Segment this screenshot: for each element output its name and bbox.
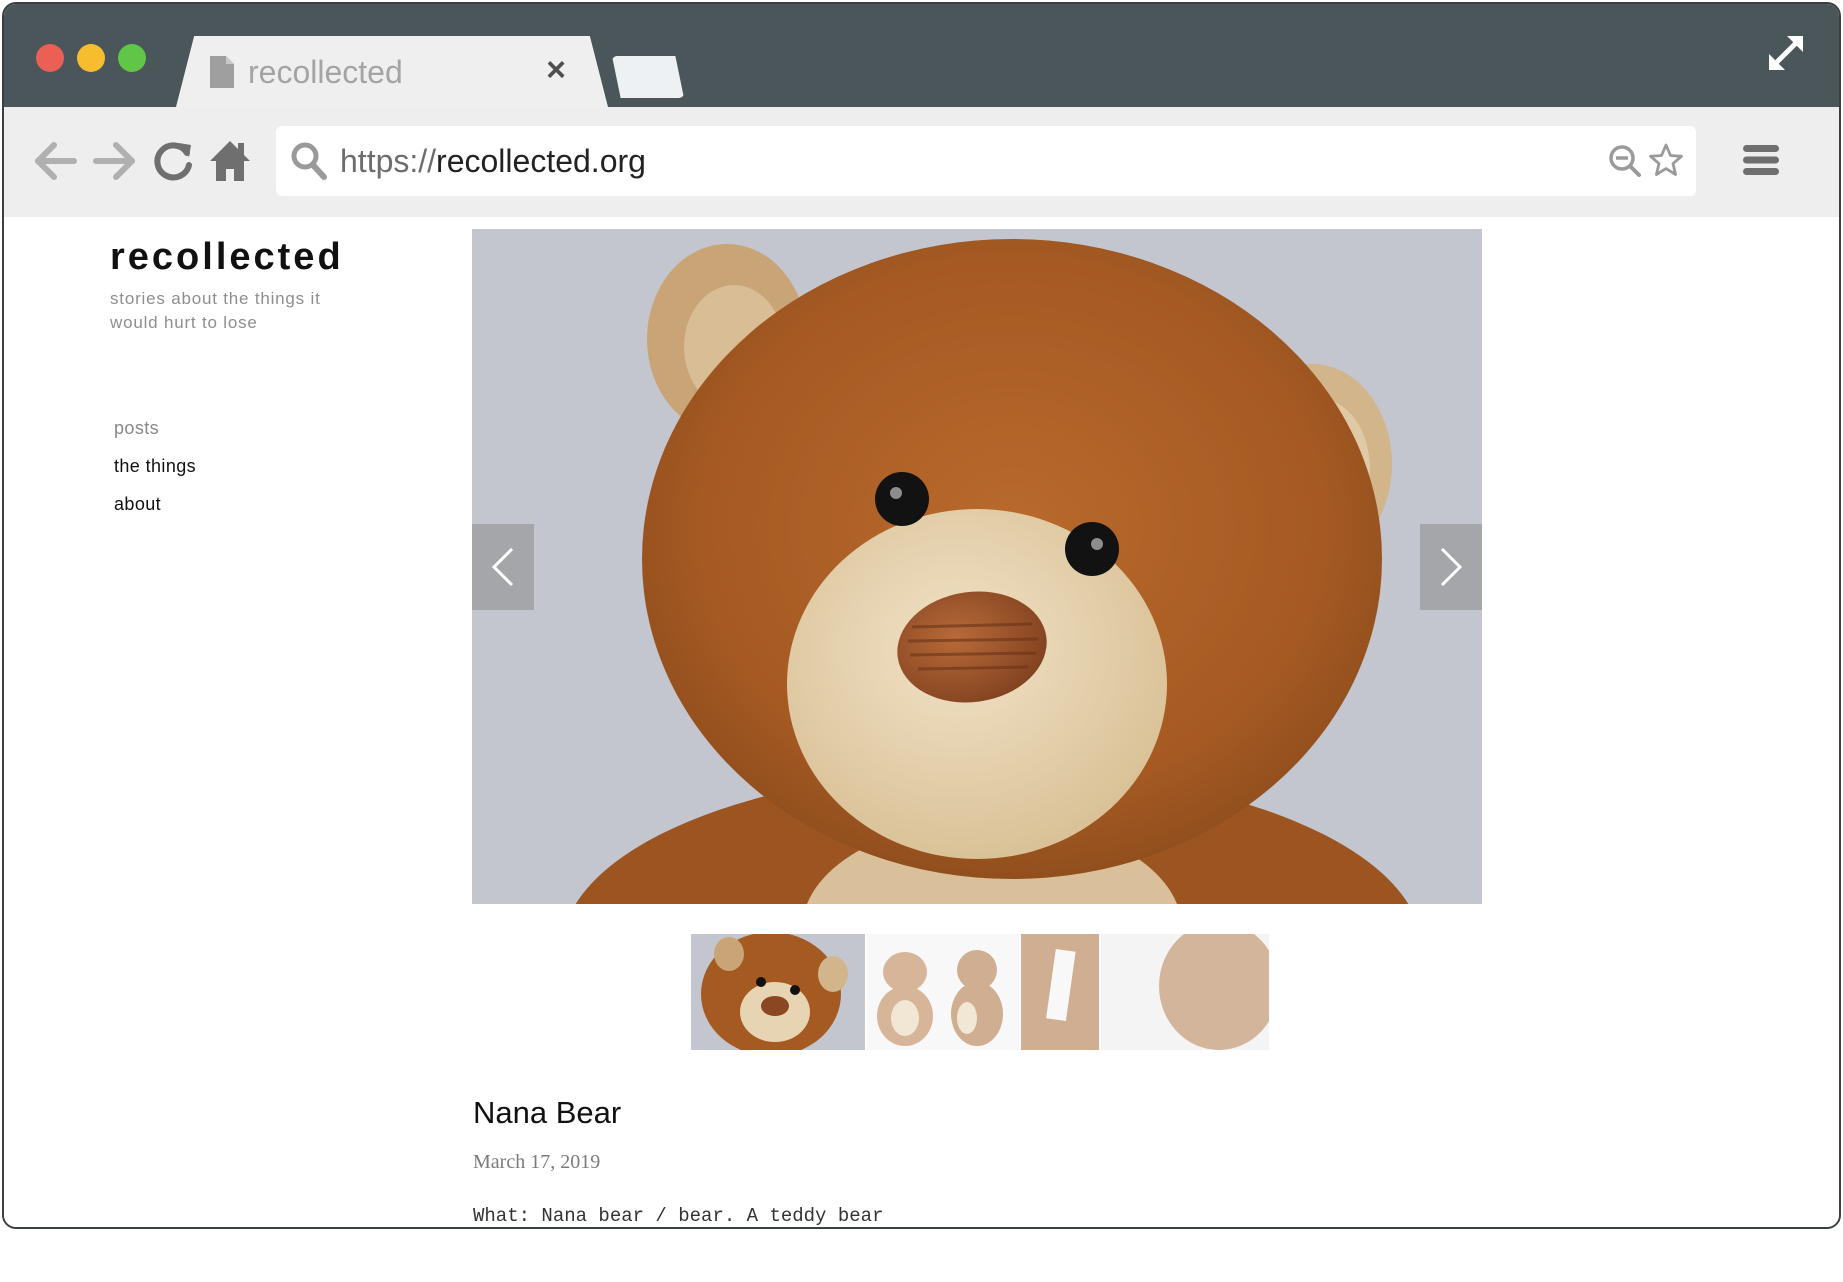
thumbnail-1[interactable] (691, 934, 865, 1050)
thumbnail-bear-face-image (691, 934, 865, 1050)
thumbnail-tag-image (1021, 934, 1099, 1050)
back-arrow-icon[interactable] (32, 137, 80, 185)
gallery-thumbnails (691, 934, 1269, 1050)
post-body-text: What: Nana bear / bear. A teddy bear (473, 1205, 884, 1227)
zoom-out-icon[interactable] (1608, 144, 1642, 178)
url-scheme: https:// (340, 143, 437, 179)
close-window-button[interactable] (36, 44, 64, 72)
address-bar[interactable]: https://recollected.org (276, 126, 1696, 196)
nav-link-posts[interactable]: posts (114, 409, 196, 447)
document-icon (210, 56, 234, 88)
search-icon (291, 142, 327, 180)
thumbnail-4[interactable] (1101, 934, 1269, 1050)
site-title[interactable]: recollected (110, 235, 344, 279)
browser-toolbar: https://recollected.org (4, 107, 1839, 217)
url-host: recollected.org (436, 143, 646, 179)
nav-link-the-things[interactable]: the things (114, 447, 196, 485)
minimize-window-button[interactable] (77, 44, 105, 72)
new-tab-button[interactable] (612, 56, 684, 98)
browser-window: recollected × https://recollected.org re… (2, 2, 1841, 1229)
forward-arrow-icon[interactable] (90, 137, 138, 185)
browser-tab-active[interactable]: recollected × (176, 36, 608, 107)
browser-titlebar: recollected × (4, 4, 1839, 107)
thumbnail-bear-back-image (1101, 934, 1269, 1050)
gallery-next-button[interactable] (1420, 524, 1482, 610)
home-icon[interactable] (206, 137, 254, 185)
site-tagline: stories about the things it would hurt t… (110, 289, 321, 332)
chevron-left-icon (492, 547, 514, 587)
post-title: Nana Bear (473, 1095, 622, 1130)
url-text[interactable]: https://recollected.org (340, 141, 646, 181)
tab-close-icon[interactable]: × (546, 52, 566, 88)
gallery-main-image (472, 229, 1482, 904)
zoom-window-button[interactable] (118, 44, 146, 72)
nav-link-about[interactable]: about (114, 485, 196, 523)
thumbnail-2[interactable] (867, 934, 1019, 1050)
bookmark-star-icon[interactable] (1648, 142, 1684, 178)
hamburger-menu-icon[interactable] (1743, 143, 1779, 177)
gallery-prev-button[interactable] (472, 524, 534, 610)
thumbnail-3[interactable] (1021, 934, 1099, 1050)
fullscreen-expand-icon[interactable] (1765, 32, 1807, 74)
site-nav: posts the things about (114, 409, 196, 523)
thumbnail-bear-pair-image (867, 934, 1019, 1050)
web-page: recollected stories about the things it … (4, 217, 1839, 1227)
chevron-right-icon (1440, 547, 1462, 587)
post-date: March 17, 2019 (473, 1151, 601, 1173)
teddy-bear-photo (472, 229, 1482, 904)
reload-icon[interactable] (149, 137, 197, 185)
tab-title: recollected (248, 54, 403, 90)
